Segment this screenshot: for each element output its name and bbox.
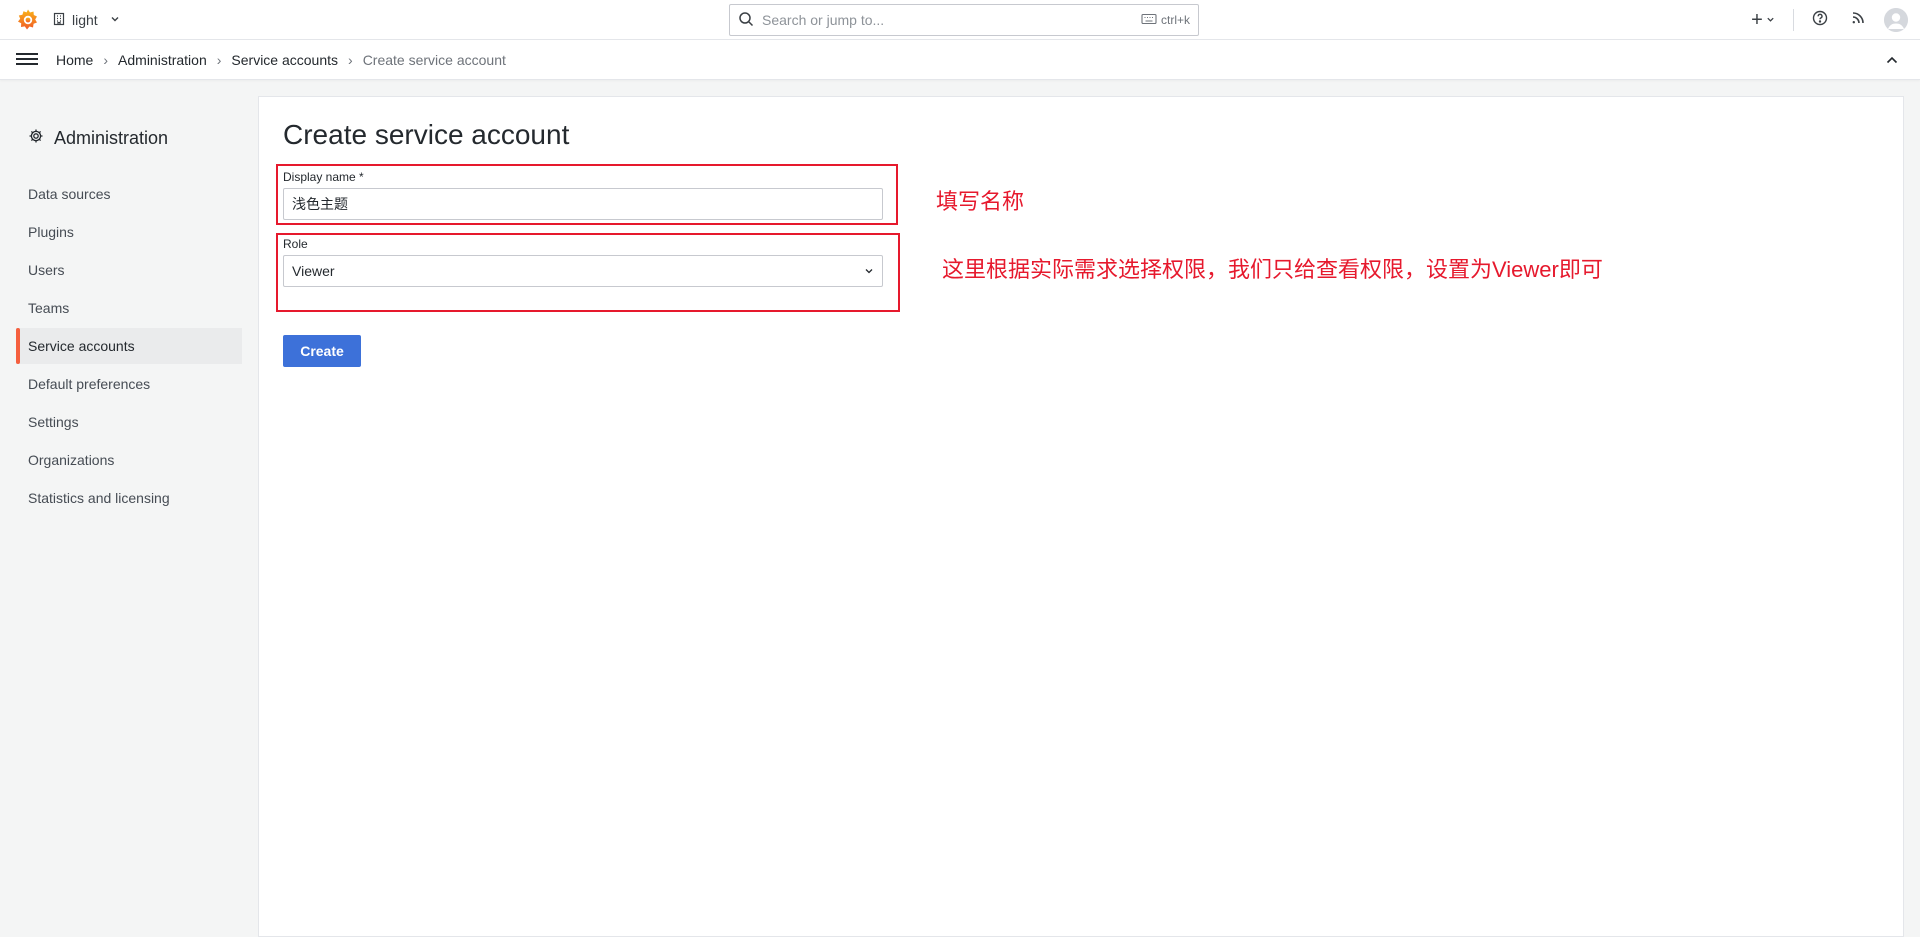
chevron-down-icon <box>1766 11 1775 29</box>
breadcrumb-administration[interactable]: Administration <box>118 52 207 68</box>
chevron-up-icon[interactable] <box>1884 52 1900 68</box>
annotation-box-display-name <box>276 164 898 225</box>
news-button[interactable] <box>1842 6 1874 34</box>
org-name: light <box>72 12 98 28</box>
annotation-box-role <box>276 233 900 312</box>
sidebar-title: Administration <box>28 128 168 149</box>
sidebar-item-default-preferences[interactable]: Default preferences <box>16 366 242 402</box>
chevron-right-icon: › <box>103 52 109 68</box>
create-button[interactable]: Create <box>283 335 361 367</box>
plus-icon: + <box>1751 9 1763 31</box>
org-switcher[interactable]: light <box>52 9 120 31</box>
shortcut-text: ctrl+k <box>1160 13 1190 27</box>
sidebar-item-data-sources[interactable]: Data sources <box>16 176 242 212</box>
sidebar-item-label: Default preferences <box>28 376 151 392</box>
search-shortcut: ctrl+k <box>1141 13 1190 28</box>
toolbar-divider <box>1793 9 1794 31</box>
sidebar-item-teams[interactable]: Teams <box>16 290 242 326</box>
sidebar-item-label: Users <box>28 262 65 278</box>
sidebar-item-label: Service accounts <box>28 338 135 354</box>
breadcrumb-current: Create service account <box>362 52 506 68</box>
annotation-role-note: 这里根据实际需求选择权限，我们只给查看权限，设置为Viewer即可 <box>942 257 1603 282</box>
avatar <box>1884 8 1908 32</box>
sidebar-item-label: Teams <box>28 300 70 316</box>
grafana-logo-icon[interactable] <box>16 8 40 32</box>
rss-icon <box>1850 10 1866 31</box>
search-input[interactable]: Search or jump to... <box>762 12 1141 28</box>
sidebar-item-settings[interactable]: Settings <box>16 404 242 440</box>
cog-icon <box>28 128 44 149</box>
sidebar-item-service-accounts[interactable]: Service accounts <box>16 328 242 364</box>
sidebar-item-label: Settings <box>28 414 79 430</box>
breadcrumb-bar: Home › Administration › Service accounts… <box>0 40 1920 80</box>
sidebar-item-label: Data sources <box>28 186 111 202</box>
keyboard-icon <box>1141 13 1157 28</box>
sidebar-item-label: Plugins <box>28 224 74 240</box>
help-button[interactable] <box>1804 6 1836 34</box>
sidebar-title-text: Administration <box>54 128 169 148</box>
sidebar-item-plugins[interactable]: Plugins <box>16 214 242 250</box>
search-bar[interactable]: Search or jump to... ctrl+k <box>729 4 1199 36</box>
new-button[interactable]: + <box>1743 6 1783 34</box>
sidebar-item-label: Statistics and licensing <box>28 490 170 506</box>
menu-toggle-icon[interactable] <box>16 50 38 70</box>
sidebar-item-users[interactable]: Users <box>16 252 242 288</box>
annotation-name-note: 填写名称 <box>936 189 1025 214</box>
breadcrumb-home[interactable]: Home <box>56 52 93 68</box>
chevron-right-icon: › <box>216 52 222 68</box>
search-icon <box>738 11 754 30</box>
breadcrumb: Home › Administration › Service accounts… <box>56 52 506 68</box>
chevron-right-icon: › <box>348 52 353 68</box>
page-title: Create service account <box>283 119 570 150</box>
chevron-down-icon <box>110 14 120 27</box>
sidebar-nav: Data sources Plugins Users Teams Service… <box>16 176 242 518</box>
sidebar-item-organizations[interactable]: Organizations <box>16 442 242 478</box>
help-icon <box>1812 10 1828 31</box>
breadcrumb-service-accounts[interactable]: Service accounts <box>231 52 338 68</box>
top-bar: light Search or jump to... ctrl+k + <box>0 0 1920 40</box>
sidebar-item-label: Organizations <box>28 452 115 468</box>
sidebar-item-statistics-and-licensing[interactable]: Statistics and licensing <box>16 480 242 516</box>
building-icon <box>52 12 66 29</box>
profile-button[interactable] <box>1880 6 1912 34</box>
top-right-actions: + <box>1743 6 1912 34</box>
